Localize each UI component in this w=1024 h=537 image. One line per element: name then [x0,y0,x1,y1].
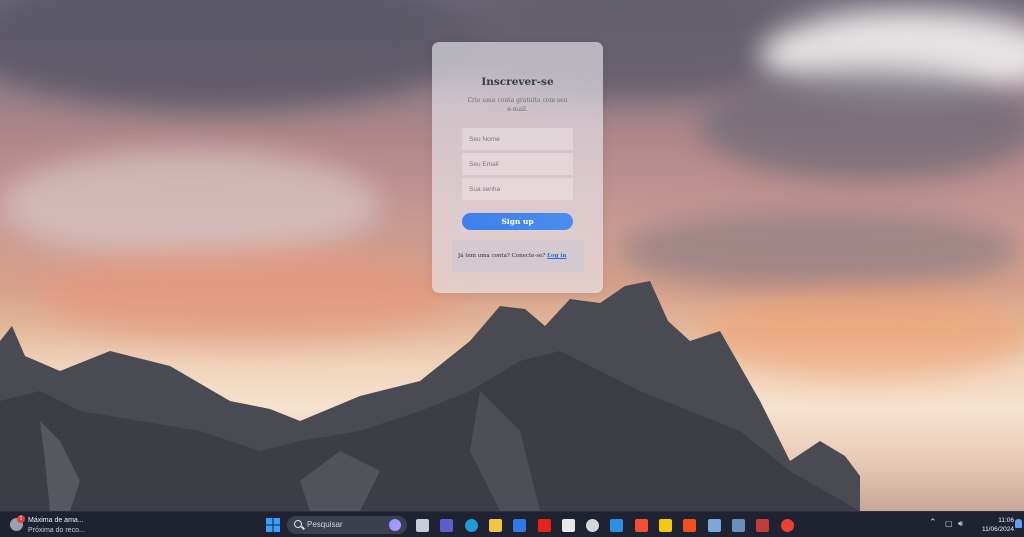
winrar-icon[interactable] [753,516,771,534]
file-explorer-icon-glyph [488,518,502,532]
file-explorer-icon[interactable] [486,516,504,534]
copilot-icon[interactable] [389,519,401,531]
cloud [700,70,1024,180]
mountain [0,281,860,511]
chrome-icon-glyph [780,518,794,532]
figma-icon-glyph [682,518,696,532]
git-icon[interactable] [632,516,650,534]
signup-title: Inscrever-se [481,76,554,88]
chrome-icon[interactable] [778,516,796,534]
task-view-icon-glyph [415,518,429,532]
edge-icon[interactable] [462,516,480,534]
password-field[interactable] [462,178,573,200]
postgres-icon-glyph [731,518,745,532]
signup-subtitle: Crie uma conta gratuita com seu e-mail. [467,97,568,113]
mail-icon[interactable] [510,516,528,534]
weather-line-2: Próxima do reco... [28,527,85,534]
cloud [0,0,480,110]
power-bi-icon-glyph [658,518,672,532]
login-prompt: Já tem uma conta? Conecte-se? [458,253,546,259]
obs-icon-glyph [585,518,599,532]
notification-badge: 1 [17,515,25,523]
chevron-up-icon[interactable]: ⌃ [929,518,937,528]
task-view-icon[interactable] [413,516,431,534]
winrar-icon-glyph [755,518,769,532]
obs-icon[interactable] [583,516,601,534]
signup-button[interactable]: Sign up [462,213,573,230]
taskbar-search[interactable]: Pesquisar [287,516,407,534]
microsoft-store-icon-glyph [561,518,575,532]
weather-widget[interactable]: 1 Máxima de ama... Próxima do reco... [10,515,100,535]
git-icon-glyph [634,518,648,532]
cloud [0,150,380,260]
search-placeholder: Pesquisar [307,520,343,529]
power-bi-icon[interactable] [656,516,674,534]
name-field[interactable] [462,128,573,150]
teams-icon-glyph [439,518,453,532]
microsoft-store-icon[interactable] [559,516,577,534]
login-link[interactable]: Log in [547,253,566,259]
vscode-icon-glyph [609,518,623,532]
postgres-icon[interactable] [729,516,747,534]
cloud [620,210,1020,290]
weather-line-1: Máxima de ama... [28,517,84,524]
figma-icon[interactable] [680,516,698,534]
volume-icon[interactable]: 🔊︎ [958,519,963,529]
login-box: Já tem uma conta? Conecte-se? Log in [452,240,584,272]
taskbar: 1 Máxima de ama... Próxima do reco... Pe… [0,511,1024,537]
login-prompt-line: Já tem uma conta? Conecte-se? Log in [458,253,566,259]
youtube-icon-glyph [537,518,551,532]
email-field[interactable] [462,153,573,175]
mail-icon-glyph [512,518,526,532]
clock[interactable]: 11:06 11/06/2024 [974,516,1014,534]
youtube-icon[interactable] [535,516,553,534]
clock-date: 11/06/2024 [981,526,1014,533]
notification-bell-icon[interactable] [1015,519,1022,528]
windows-start-icon[interactable] [264,516,282,534]
pgadmin-icon-glyph [707,518,721,532]
clock-time: 11:06 [998,517,1014,524]
teams-icon[interactable] [437,516,455,534]
pgadmin-icon[interactable] [705,516,723,534]
vscode-icon[interactable] [607,516,625,534]
search-icon [294,520,302,528]
monitor-icon[interactable]: ▢ [945,519,953,528]
edge-icon-glyph [464,518,478,532]
